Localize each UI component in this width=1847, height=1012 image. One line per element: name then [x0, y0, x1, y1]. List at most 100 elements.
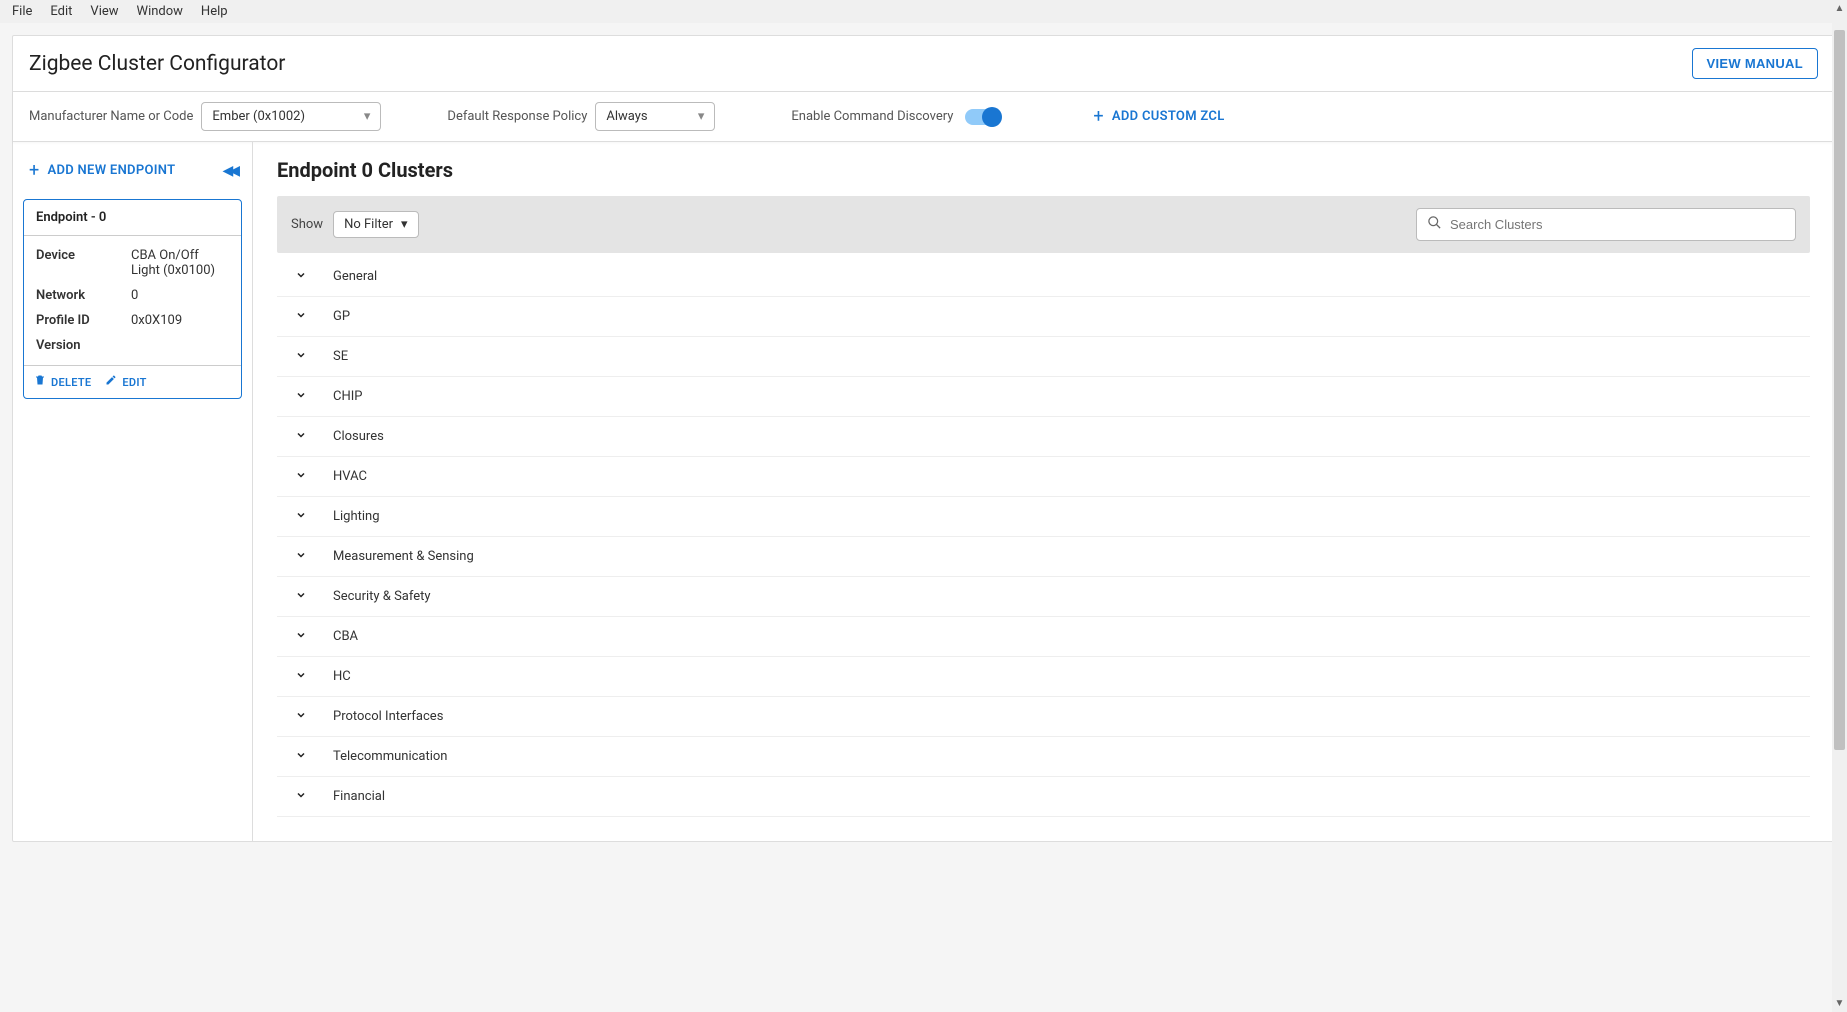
caret-down-icon: ▾ — [698, 109, 705, 124]
show-label: Show — [291, 217, 323, 232]
endpoint-card[interactable]: Endpoint - 0 Device CBA On/Off Light (0x… — [23, 199, 242, 399]
cluster-list: General GP SE CHIP Closures HVAC Lighting Measu… — [277, 257, 1810, 817]
endpoint-row: Device CBA On/Off Light (0x0100) — [36, 248, 229, 278]
endpoint-val — [131, 338, 229, 353]
toolbar: Manufacturer Name or Code Ember (0x1002)… — [13, 92, 1834, 142]
cluster-label: Protocol Interfaces — [333, 709, 443, 724]
chevron-down-icon — [295, 309, 307, 324]
body: + ADD NEW ENDPOINT ◀◀ Endpoint - 0 Devic… — [13, 142, 1834, 841]
endpoint-val: CBA On/Off Light (0x0100) — [131, 248, 229, 278]
chevron-down-icon — [295, 349, 307, 364]
app-frame: Zigbee Cluster Configurator VIEW MANUAL … — [12, 35, 1835, 842]
chevron-down-icon — [295, 789, 307, 804]
chevron-down-icon — [295, 469, 307, 484]
cluster-row[interactable]: CHIP — [277, 377, 1810, 417]
search-input[interactable] — [1450, 217, 1785, 232]
cluster-row[interactable]: CBA — [277, 617, 1810, 657]
response-policy-value: Always — [606, 109, 647, 124]
manufacturer-select[interactable]: Ember (0x1002) ▾ — [201, 102, 381, 131]
endpoint-val: 0 — [131, 288, 229, 303]
endpoint-key: Network — [36, 288, 131, 303]
menu-help[interactable]: Help — [193, 2, 236, 21]
filter-value: No Filter — [344, 217, 393, 232]
response-policy-label: Default Response Policy — [447, 109, 587, 124]
filter-select[interactable]: No Filter ▾ — [333, 211, 419, 238]
scroll-up-icon[interactable]: ▲ — [1832, 3, 1847, 14]
search-box[interactable] — [1416, 208, 1796, 241]
app-header: Zigbee Cluster Configurator VIEW MANUAL — [13, 36, 1834, 92]
cluster-label: Security & Safety — [333, 589, 431, 604]
add-custom-zcl-button[interactable]: + ADD CUSTOM ZCL — [1087, 102, 1230, 131]
cluster-row[interactable]: SE — [277, 337, 1810, 377]
cluster-row[interactable]: Telecommunication — [277, 737, 1810, 777]
menu-file[interactable]: File — [4, 2, 40, 21]
cluster-label: Closures — [333, 429, 384, 444]
manufacturer-label: Manufacturer Name or Code — [29, 109, 193, 124]
plus-icon: + — [29, 160, 40, 181]
endpoint-card-body: Device CBA On/Off Light (0x0100) Network… — [24, 236, 241, 365]
add-endpoint-button[interactable]: + ADD NEW ENDPOINT — [23, 156, 181, 185]
scroll-down-icon[interactable]: ▼ — [1832, 998, 1847, 1009]
cluster-row[interactable]: Protocol Interfaces — [277, 697, 1810, 737]
filter-bar: Show No Filter ▾ — [277, 196, 1810, 253]
trash-icon — [34, 374, 46, 390]
add-custom-zcl-label: ADD CUSTOM ZCL — [1112, 109, 1225, 124]
endpoint-card-actions: DELETE EDIT — [24, 365, 241, 398]
caret-down-icon: ▾ — [401, 217, 408, 232]
command-discovery-toggle[interactable] — [965, 109, 1001, 125]
endpoint-key: Device — [36, 248, 131, 278]
edit-endpoint-button[interactable]: EDIT — [105, 374, 146, 390]
chevron-down-icon — [295, 629, 307, 644]
endpoint-key: Version — [36, 338, 131, 353]
search-icon — [1427, 215, 1442, 234]
menu-view[interactable]: View — [82, 2, 126, 21]
chevron-down-icon — [295, 429, 307, 444]
chevron-down-icon — [295, 269, 307, 284]
cluster-row[interactable]: HC — [277, 657, 1810, 697]
scrollbar-thumb[interactable] — [1834, 30, 1845, 750]
cluster-label: General — [333, 269, 377, 284]
scrollbar[interactable]: ▲ ▼ — [1832, 0, 1847, 1012]
endpoint-row: Version — [36, 338, 229, 353]
response-policy-select[interactable]: Always ▾ — [595, 102, 715, 131]
cluster-label: Measurement & Sensing — [333, 549, 474, 564]
chevron-down-icon — [295, 509, 307, 524]
main: Endpoint 0 Clusters Show No Filter ▾ Gen — [253, 142, 1834, 841]
cluster-label: Financial — [333, 789, 385, 804]
main-title: Endpoint 0 Clusters — [277, 158, 1810, 182]
endpoint-val: 0x0X109 — [131, 313, 229, 328]
chevron-down-icon — [295, 549, 307, 564]
view-manual-button[interactable]: VIEW MANUAL — [1692, 48, 1818, 79]
cluster-label: GP — [333, 309, 350, 324]
plus-icon: + — [1093, 106, 1104, 127]
menu-window[interactable]: Window — [129, 2, 191, 21]
cluster-label: CBA — [333, 629, 358, 644]
sidebar: + ADD NEW ENDPOINT ◀◀ Endpoint - 0 Devic… — [13, 142, 253, 841]
chevron-down-icon — [295, 589, 307, 604]
cluster-label: Lighting — [333, 509, 380, 524]
endpoint-key: Profile ID — [36, 313, 131, 328]
chevron-down-icon — [295, 749, 307, 764]
caret-down-icon: ▾ — [364, 109, 371, 124]
cluster-label: HC — [333, 669, 351, 684]
sidebar-header: + ADD NEW ENDPOINT ◀◀ — [23, 156, 242, 185]
cluster-label: HVAC — [333, 469, 367, 484]
collapse-sidebar-icon[interactable]: ◀◀ — [222, 163, 242, 179]
edit-label: EDIT — [122, 376, 146, 389]
cluster-row[interactable]: Measurement & Sensing — [277, 537, 1810, 577]
cluster-row[interactable]: HVAC — [277, 457, 1810, 497]
chevron-down-icon — [295, 669, 307, 684]
cluster-row[interactable]: Lighting — [277, 497, 1810, 537]
cluster-row[interactable]: Closures — [277, 417, 1810, 457]
cluster-row[interactable]: Financial — [277, 777, 1810, 817]
manufacturer-value: Ember (0x1002) — [212, 109, 305, 124]
cluster-row[interactable]: General — [277, 257, 1810, 297]
cluster-label: CHIP — [333, 389, 362, 404]
delete-endpoint-button[interactable]: DELETE — [34, 374, 91, 390]
cluster-row[interactable]: GP — [277, 297, 1810, 337]
endpoint-row: Profile ID 0x0X109 — [36, 313, 229, 328]
add-endpoint-label: ADD NEW ENDPOINT — [48, 163, 176, 178]
cluster-row[interactable]: Security & Safety — [277, 577, 1810, 617]
pencil-icon — [105, 374, 117, 390]
menu-edit[interactable]: Edit — [42, 2, 80, 21]
